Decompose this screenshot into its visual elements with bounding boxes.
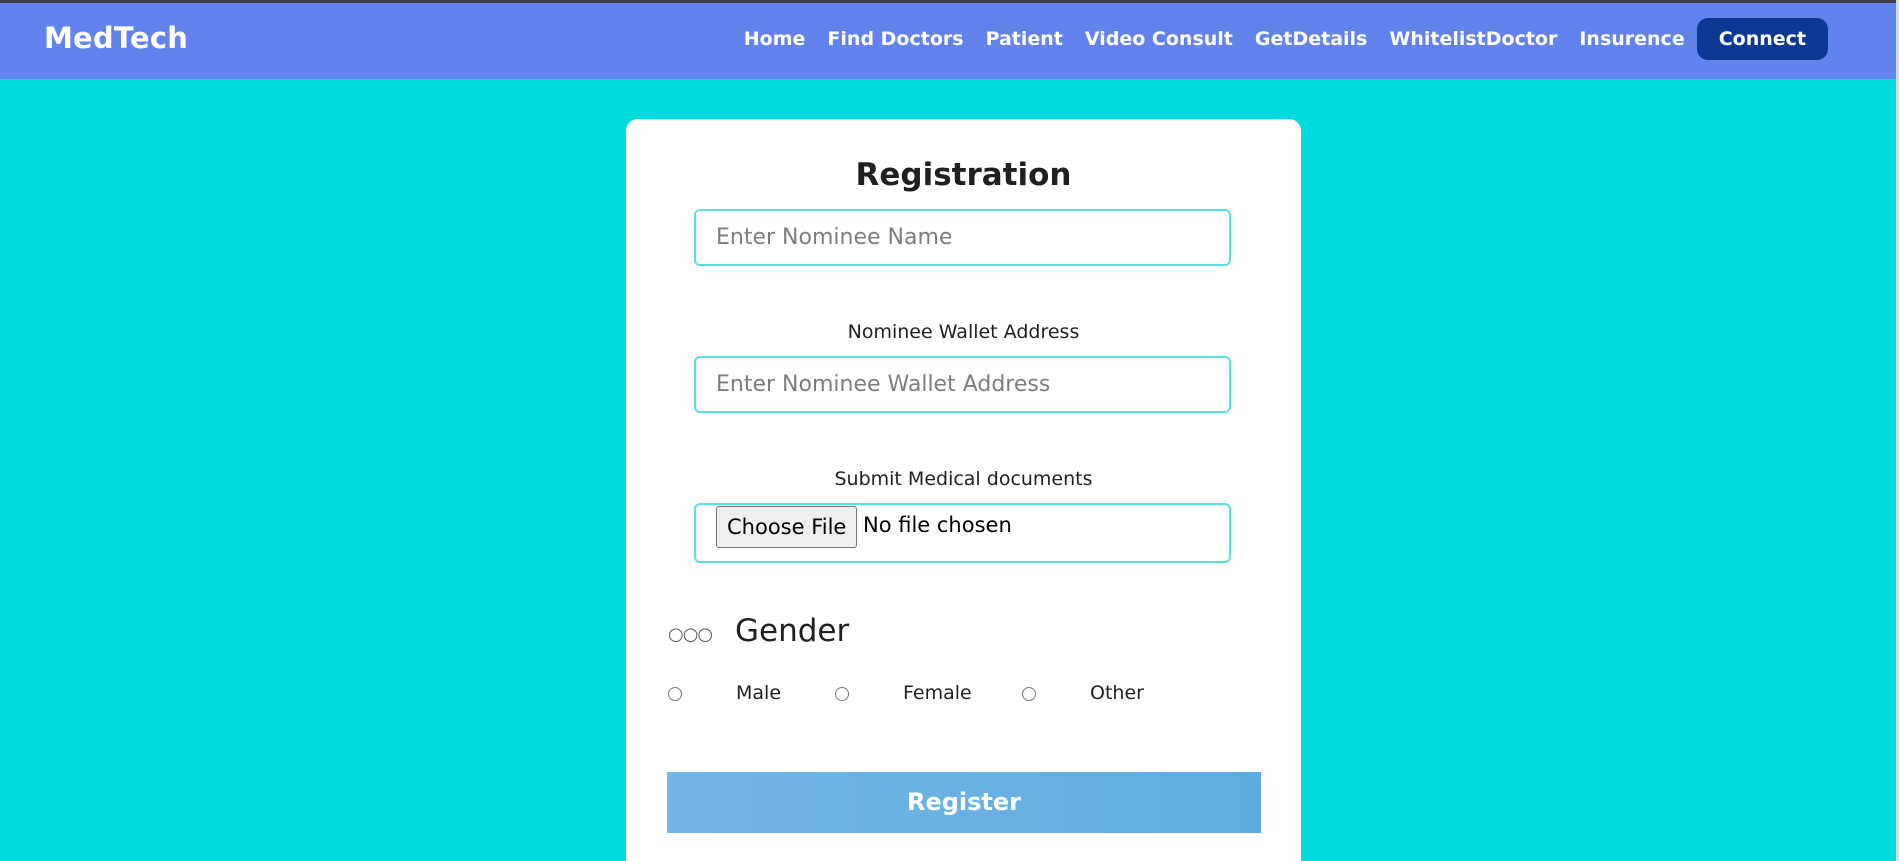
nominee-name-input[interactable]	[694, 209, 1231, 266]
medical-documents-label: Submit Medical documents	[834, 468, 1093, 490]
registration-title: Registration	[855, 157, 1072, 193]
wallet-address-label: Nominee Wallet Address	[847, 321, 1080, 343]
gender-female-label[interactable]: Female	[903, 682, 972, 704]
file-status-text: No file chosen	[863, 513, 1012, 537]
registration-card: Registration Nominee Wallet Address Subm…	[626, 119, 1301, 861]
medical-documents-file-input[interactable]: Choose File No file chosen	[694, 503, 1231, 563]
gender-male-radio[interactable]	[668, 687, 682, 701]
gender-heading: Gender	[735, 613, 850, 649]
choose-file-button[interactable]: Choose File	[716, 506, 858, 548]
nav-link-video-consult[interactable]: Video Consult	[1085, 28, 1233, 50]
nav-link-whitelist-doctor[interactable]: WhitelistDoctor	[1389, 28, 1557, 50]
navbar: MedTech Home Find Doctors Patient Video …	[0, 3, 1896, 79]
gender-radio-glyphs: ○○○	[668, 624, 713, 645]
gender-other-label[interactable]: Other	[1090, 682, 1144, 704]
nav-link-patient[interactable]: Patient	[986, 28, 1063, 50]
gender-male-label[interactable]: Male	[736, 682, 781, 704]
register-button[interactable]: Register	[667, 772, 1261, 833]
nav-link-home[interactable]: Home	[744, 28, 806, 50]
nav-link-find-doctors[interactable]: Find Doctors	[827, 28, 963, 50]
gender-other-radio[interactable]	[1022, 687, 1036, 701]
page: MedTech Home Find Doctors Patient Video …	[0, 0, 1896, 861]
brand-logo[interactable]: MedTech	[44, 21, 188, 55]
wallet-address-input[interactable]	[694, 356, 1231, 413]
nav-link-insurence[interactable]: Insurence	[1579, 28, 1684, 50]
nav-links: Home Find Doctors Patient Video Consult …	[744, 18, 1828, 60]
gender-female-radio[interactable]	[835, 687, 849, 701]
nav-link-get-details[interactable]: GetDetails	[1255, 28, 1367, 50]
connect-button[interactable]: Connect	[1696, 18, 1828, 60]
